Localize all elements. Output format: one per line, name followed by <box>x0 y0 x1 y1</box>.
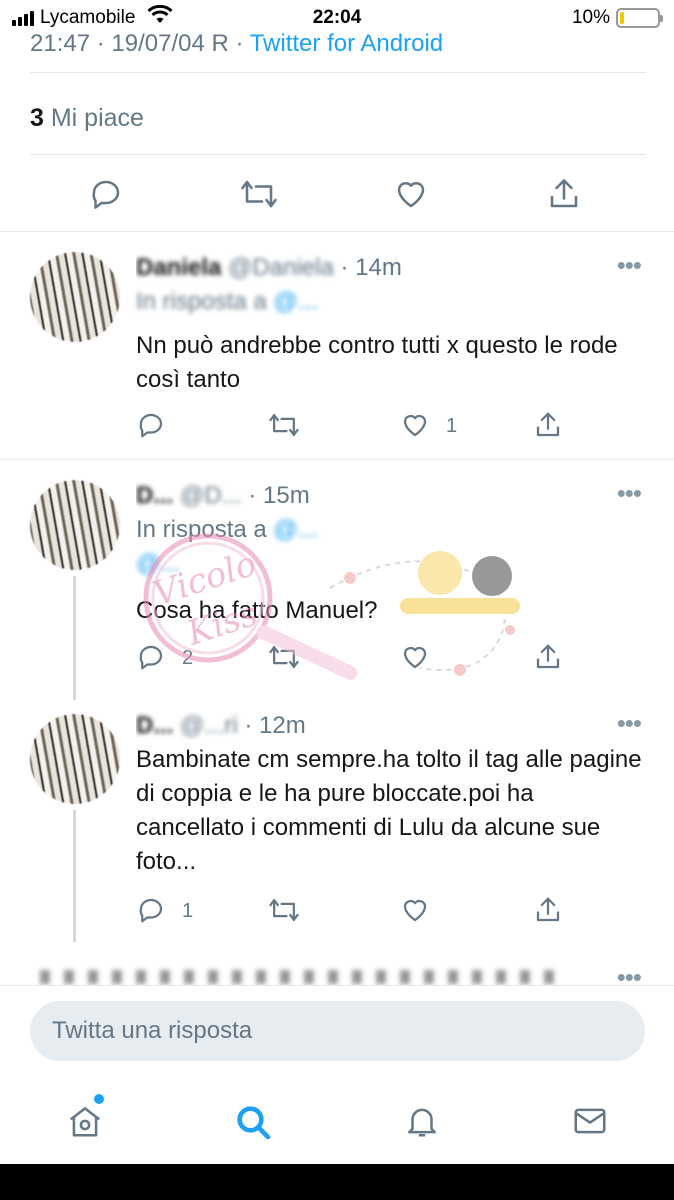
reply-time: · 14m <box>340 254 402 281</box>
likes-label: Mi piace <box>50 104 144 132</box>
tweet-source-link[interactable]: Twitter for Android <box>250 30 443 57</box>
share-icon[interactable] <box>533 410 563 440</box>
share-icon[interactable] <box>546 176 582 212</box>
tweet-actions <box>0 170 674 220</box>
like-icon[interactable] <box>400 642 430 672</box>
share-icon[interactable] <box>533 895 563 925</box>
reply-icon[interactable] <box>136 895 166 925</box>
reply-text: Bambinate cm sempre.ha tolto il tag alle… <box>136 746 642 875</box>
replying-label: In risposta a <box>136 516 267 543</box>
replying-to: In risposta a @... <box>136 288 318 316</box>
reply-text: Nn può andrebbe contro tutti x questo le… <box>136 332 618 393</box>
likes-count: 3 <box>30 104 44 132</box>
bottom-area: Twitta una risposta <box>0 985 674 1165</box>
retweet-icon[interactable] <box>268 410 300 440</box>
reply-header: D... @...ri · 12m <box>136 712 614 740</box>
thread-line <box>73 810 76 942</box>
divider <box>30 154 646 155</box>
reply-icon[interactable] <box>88 176 124 212</box>
replying-to-extra: @... <box>136 550 180 578</box>
like-icon[interactable] <box>400 895 430 925</box>
reply-header: D... @D... · 15m <box>136 482 614 510</box>
home-icon[interactable] <box>66 1102 104 1140</box>
reply-time: · 15m <box>248 482 310 509</box>
more-icon[interactable]: ••• <box>617 478 642 509</box>
reply-count: 2 <box>182 647 194 669</box>
replying-label: In risposta a <box>136 288 267 315</box>
like-icon[interactable] <box>400 410 430 440</box>
mail-icon[interactable] <box>570 1102 610 1140</box>
bell-icon[interactable] <box>403 1102 441 1140</box>
battery-percent: 10% <box>571 7 610 28</box>
thread-line <box>73 576 76 700</box>
author-name[interactable]: D... <box>136 712 173 739</box>
like-icon[interactable] <box>393 176 429 212</box>
reply-composer[interactable]: Twitta una risposta <box>30 1001 645 1061</box>
wifi-icon <box>147 4 173 31</box>
battery-icon <box>616 8 663 28</box>
author-name[interactable]: Daniela <box>136 254 221 281</box>
author-handle: @Daniela <box>228 254 334 281</box>
author-handle: @D... <box>180 482 242 509</box>
carrier-name: Lycamobile <box>40 7 136 28</box>
divider <box>30 72 646 73</box>
replying-to: In risposta a @... <box>136 516 318 544</box>
avatar[interactable] <box>30 480 120 570</box>
tweet-timestamp: 21:47 · 19/07/04 R <box>30 30 229 57</box>
notification-dot <box>94 1094 104 1104</box>
author-handle: @...ri <box>180 712 238 739</box>
reply-header: Daniela @Daniela · 14m <box>136 254 614 282</box>
reply-tweet[interactable]: Daniela @Daniela · 14m ••• In risposta a… <box>0 232 674 458</box>
search-icon[interactable] <box>233 1102 273 1142</box>
reply-tweet[interactable]: D... @D... · 15m ••• In risposta a @... … <box>0 460 674 700</box>
author-name[interactable]: D... <box>136 482 173 509</box>
retweet-icon[interactable] <box>268 895 300 925</box>
replying-handle[interactable]: @... <box>273 516 317 543</box>
avatar[interactable] <box>30 252 120 342</box>
like-count: 1 <box>446 415 458 437</box>
reply-count: 1 <box>182 900 194 922</box>
share-icon[interactable] <box>533 642 563 672</box>
replying-handle[interactable]: @... <box>273 288 317 315</box>
reply-icon[interactable] <box>136 642 166 672</box>
reply-tweet[interactable]: D... @...ri · 12m ••• Bambinate cm sempr… <box>0 700 674 970</box>
bottom-nav <box>0 1094 674 1150</box>
tweet-meta: 21:47 · 19/07/04 R · Twitter for Android <box>30 30 444 57</box>
retweet-icon[interactable] <box>268 642 300 672</box>
status-left: Lycamobile <box>12 4 173 31</box>
signal-icon <box>12 10 34 26</box>
replying-handle[interactable]: @... <box>136 550 180 577</box>
composer-placeholder: Twitta una risposta <box>52 1017 253 1044</box>
screen-bottom-bar <box>0 1164 674 1200</box>
more-icon[interactable]: ••• <box>617 250 642 281</box>
reply-tweet-partial[interactable]: ••• <box>0 962 674 992</box>
reply-time: · 12m <box>244 712 306 739</box>
reply-text: Cosa ha fatto Manuel? <box>136 597 378 624</box>
status-right: 10% <box>571 7 663 29</box>
likes-summary[interactable]: 3 Mi piace <box>30 104 144 133</box>
more-icon[interactable]: ••• <box>617 708 642 739</box>
retweet-icon[interactable] <box>239 176 279 212</box>
reply-icon[interactable] <box>136 410 166 440</box>
avatar[interactable] <box>30 714 120 804</box>
partial-content <box>40 970 560 984</box>
